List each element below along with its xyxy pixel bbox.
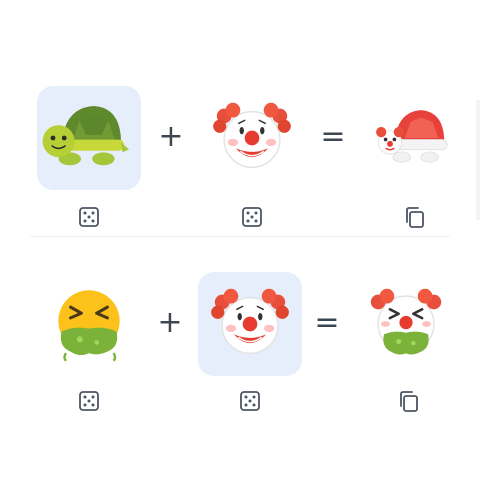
- clown-face-emoji: [210, 288, 290, 355]
- left-emoji-slot-row1[interactable]: [37, 86, 141, 190]
- clown-vomiting-emoji: [369, 287, 443, 356]
- result-emoji-slot-row2[interactable]: [354, 272, 458, 376]
- clown-turtle-emoji: [375, 109, 448, 163]
- dice-icon: [242, 207, 262, 227]
- copy-icon: [406, 207, 424, 228]
- clown-face-emoji: [212, 102, 292, 169]
- face-vomiting-emoji: [56, 288, 122, 363]
- scroll-edge: [476, 100, 480, 220]
- right-emoji-slot-row1[interactable]: [200, 86, 304, 190]
- equals-operator: =: [320, 119, 346, 154]
- plus-operator: +: [157, 305, 183, 340]
- randomize-left-button-row2[interactable]: [78, 390, 100, 412]
- copy-result-button-row2[interactable]: [397, 390, 419, 412]
- dice-icon: [240, 391, 260, 411]
- dice-icon: [79, 391, 99, 411]
- equals-operator: =: [314, 305, 340, 340]
- turtle-emoji: [41, 105, 130, 166]
- left-emoji-slot-row2[interactable]: [37, 272, 141, 376]
- randomize-right-button-row2[interactable]: [239, 390, 261, 412]
- plus-operator: +: [158, 119, 184, 154]
- randomize-left-button-row1[interactable]: [78, 206, 100, 228]
- randomize-right-button-row1[interactable]: [241, 206, 263, 228]
- row-divider: [30, 236, 450, 237]
- copy-result-button-row1[interactable]: [403, 206, 425, 228]
- result-emoji-slot-row1[interactable]: [360, 86, 464, 190]
- dice-icon: [79, 207, 99, 227]
- copy-icon: [400, 391, 418, 412]
- right-emoji-slot-row2[interactable]: [198, 272, 302, 376]
